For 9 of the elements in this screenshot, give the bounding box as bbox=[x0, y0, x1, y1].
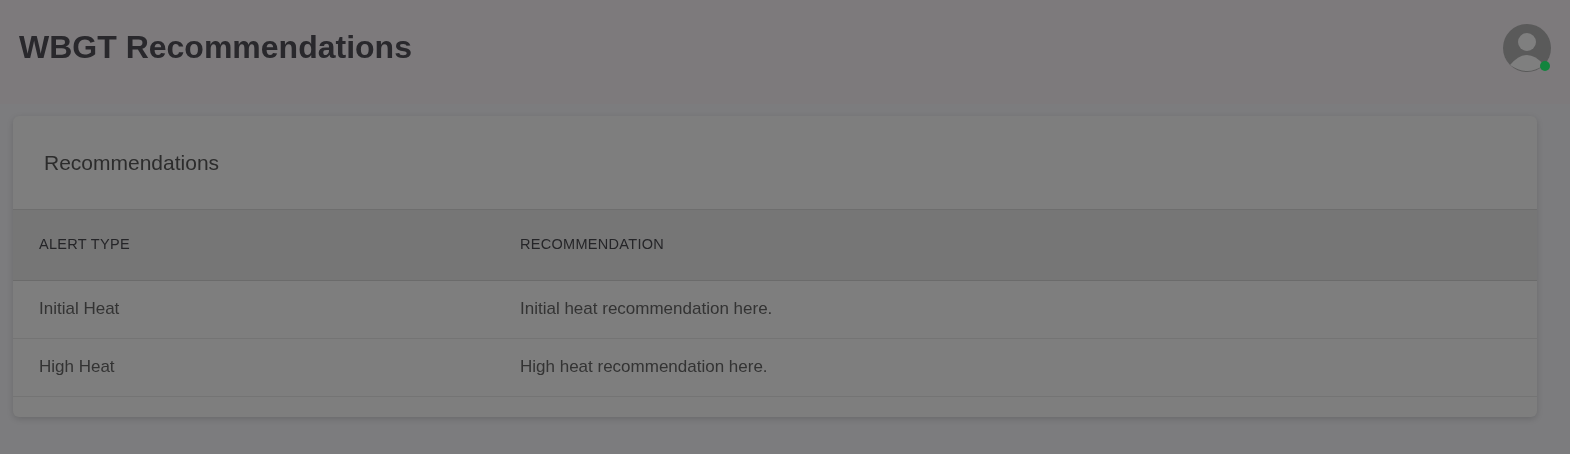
column-header: ALERT TYPE bbox=[13, 210, 519, 280]
card-title: Recommendations bbox=[44, 149, 220, 176]
table-cell: High heat recommendation here. bbox=[519, 338, 1537, 396]
table-cell: Initial Heat bbox=[13, 280, 519, 338]
table-cell: High Heat bbox=[13, 338, 519, 396]
column-header: RECOMMENDATION bbox=[519, 210, 1537, 280]
avatar-icon[interactable] bbox=[1502, 23, 1552, 73]
page-title: WBGT Recommendations bbox=[19, 27, 412, 67]
table-cell: Initial heat recommendation here. bbox=[519, 280, 1537, 338]
